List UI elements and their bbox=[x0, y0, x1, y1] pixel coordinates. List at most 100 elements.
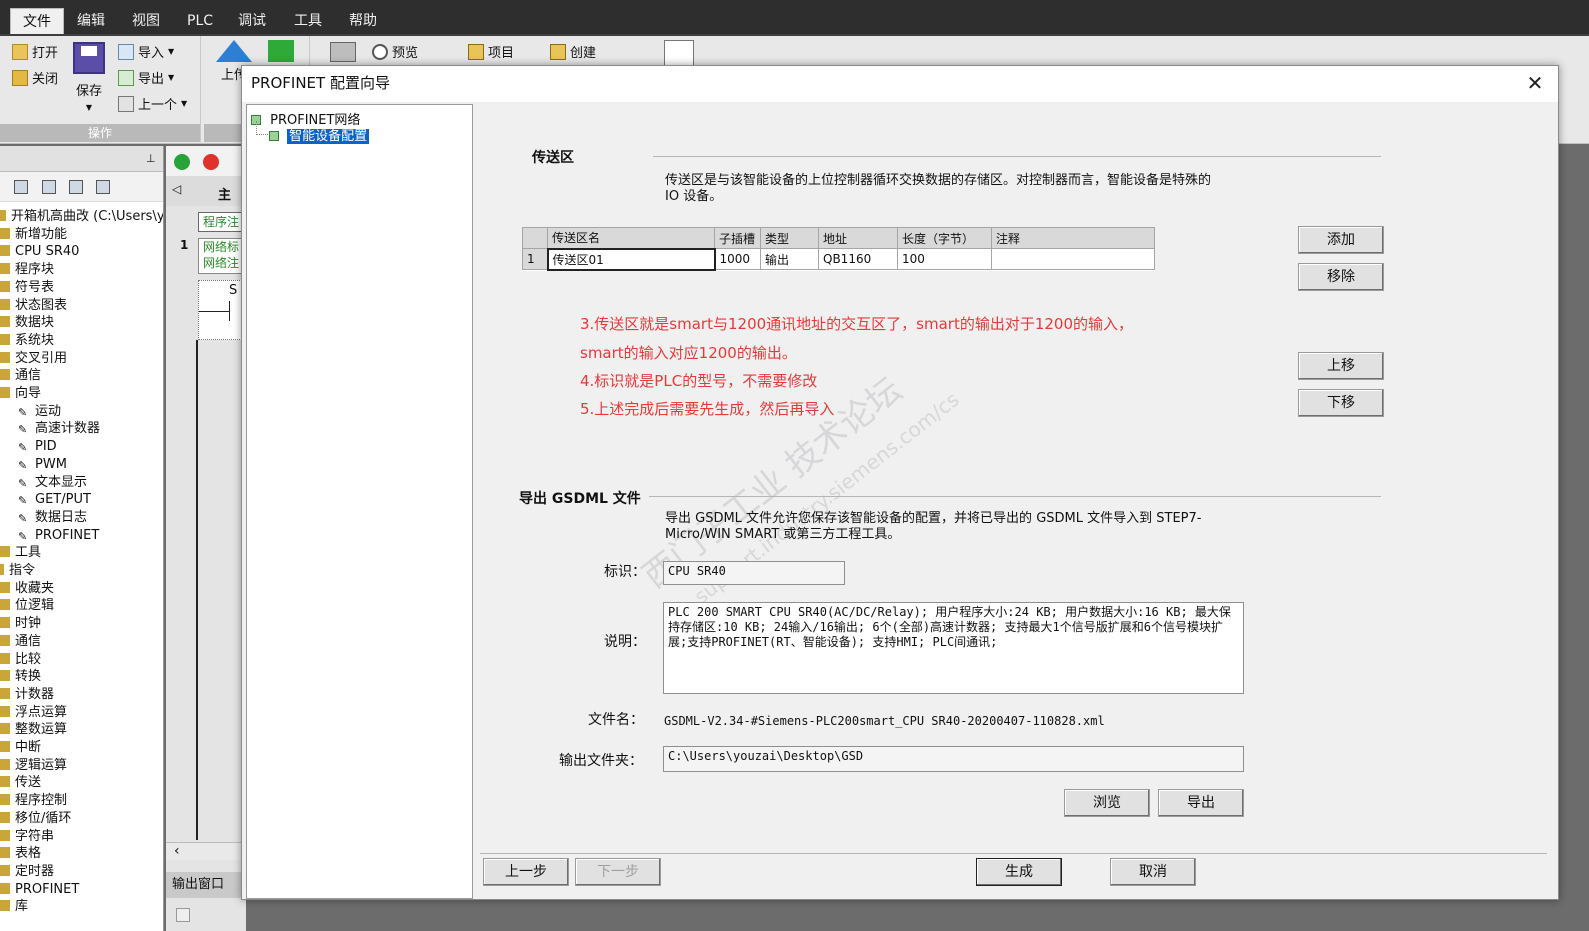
dialog-title-bar: PROFINET 配置向导 ✕ bbox=[242, 66, 1558, 102]
tree-item-instruction[interactable]: 移位/循环 bbox=[0, 810, 71, 827]
project-button[interactable]: 项目 bbox=[468, 42, 514, 61]
menu-edit[interactable]: 编辑 bbox=[77, 8, 105, 34]
tree-item-instruction[interactable]: 传送 bbox=[0, 774, 41, 791]
menu-tools[interactable]: 工具 bbox=[294, 8, 322, 34]
tree-item-instruction[interactable]: 时钟 bbox=[0, 615, 41, 632]
close-button[interactable]: 关闭 bbox=[12, 68, 58, 87]
tree-tool-icon[interactable] bbox=[14, 180, 28, 194]
menu-file[interactable]: 文件 bbox=[10, 8, 64, 34]
tree-item[interactable]: 向导 bbox=[0, 385, 41, 402]
table-row[interactable]: 1 传送区01 1000 输出 QB1160 100 bbox=[522, 247, 1155, 271]
previous-step-button[interactable]: 上一步 bbox=[483, 858, 569, 886]
tree-item-label: 通信 bbox=[15, 368, 42, 384]
move-down-button[interactable]: 下移 bbox=[1298, 389, 1384, 417]
ladder-rung[interactable]: S bbox=[198, 280, 246, 340]
tree-item-instructions[interactable]: 指令 bbox=[0, 562, 35, 579]
tree-item-instruction[interactable]: 定时器 bbox=[0, 863, 54, 880]
length-cell[interactable]: 100 bbox=[897, 248, 992, 270]
tree-item-tools[interactable]: 工具 bbox=[0, 544, 41, 561]
export-gsdml-button[interactable]: 导出 bbox=[1158, 789, 1244, 817]
previous-button[interactable]: 上一个 ▼ bbox=[118, 94, 187, 113]
preview-button[interactable]: 预览 bbox=[372, 42, 418, 61]
tree-item-wizard[interactable]: ✎ 文本显示 bbox=[18, 474, 87, 491]
comment-cell[interactable] bbox=[991, 248, 1155, 270]
stop-icon[interactable] bbox=[203, 154, 219, 170]
wizard-wand-icon: ✎ bbox=[18, 458, 28, 472]
tree-item[interactable]: 通信 bbox=[0, 367, 41, 384]
tree-item-wizard[interactable]: ✎ PID bbox=[18, 438, 57, 455]
print-button[interactable] bbox=[330, 42, 356, 62]
chevron-left-icon[interactable]: ‹ bbox=[174, 843, 180, 859]
tree-item[interactable]: 状态图表 bbox=[0, 297, 67, 314]
tree-item[interactable]: 系统块 bbox=[0, 332, 54, 349]
browse-button[interactable]: 浏览 bbox=[1064, 789, 1150, 817]
type-cell[interactable]: 输出 bbox=[760, 248, 819, 270]
pin-icon[interactable]: ⊥ bbox=[146, 152, 156, 165]
tree-tool-icon[interactable] bbox=[42, 180, 56, 194]
tab-main[interactable]: 主 bbox=[218, 184, 231, 203]
tree-item-instruction[interactable]: 整数运算 bbox=[0, 721, 67, 738]
tree-item[interactable]: 交叉引用 bbox=[0, 350, 67, 367]
run-icon[interactable] bbox=[174, 154, 190, 170]
tree-item-instruction[interactable]: 计数器 bbox=[0, 686, 54, 703]
open-button[interactable]: 打开 bbox=[12, 42, 58, 61]
menu-view[interactable]: 视图 bbox=[132, 8, 160, 34]
tree-item[interactable]: 新增功能 bbox=[0, 226, 67, 243]
clear-icon[interactable] bbox=[176, 908, 190, 922]
tree-item-wizard[interactable]: ✎ GET/PUT bbox=[18, 491, 91, 508]
tree-item-instruction[interactable]: 比较 bbox=[0, 651, 41, 668]
import-button[interactable]: 导入 ▼ bbox=[118, 42, 174, 61]
tree-item-instruction[interactable]: 中断 bbox=[0, 739, 41, 756]
tree-item[interactable]: CPU SR40 bbox=[0, 243, 79, 260]
tree-item[interactable]: 程序块 bbox=[0, 261, 54, 278]
tree-item-wizard[interactable]: ✎ PROFINET bbox=[18, 527, 99, 544]
tree-item-instruction[interactable]: 程序控制 bbox=[0, 792, 67, 809]
generate-button[interactable]: 生成 bbox=[976, 858, 1062, 886]
network-title[interactable]: 网络标 网络注 bbox=[198, 238, 246, 274]
export-button[interactable]: 导出 ▼ bbox=[118, 68, 174, 87]
horizontal-scrollbar[interactable]: ‹ bbox=[166, 842, 246, 860]
tree-item-label: 程序控制 bbox=[15, 793, 68, 809]
tree-item-instruction[interactable]: 逻辑运算 bbox=[0, 757, 67, 774]
slot-cell[interactable]: 1000 bbox=[714, 248, 761, 270]
tree-item-instruction[interactable]: 表格 bbox=[0, 845, 41, 862]
address-cell[interactable]: QB1160 bbox=[818, 248, 898, 270]
next-step-button[interactable]: 下一步 bbox=[575, 858, 661, 886]
tree-item-wizard[interactable]: ✎ 运动 bbox=[18, 403, 61, 420]
menu-debug[interactable]: 调试 bbox=[238, 8, 266, 34]
tree-tool-icon[interactable] bbox=[96, 180, 110, 194]
description-field[interactable]: PLC 200 SMART CPU SR40(AC/DC/Relay); 用户程… bbox=[663, 602, 1244, 694]
folder-icon bbox=[0, 882, 10, 894]
scroll-left-icon[interactable]: ◁ bbox=[172, 182, 181, 196]
tree-item-instruction[interactable]: 收藏夹 bbox=[0, 580, 54, 597]
tree-item[interactable]: 数据块 bbox=[0, 314, 54, 331]
tree-item-instruction[interactable]: 字符串 bbox=[0, 828, 54, 845]
tree-item-project[interactable]: 开箱机高曲改 (C:\Users\youze bbox=[0, 208, 163, 225]
program-comment[interactable]: 程序注 bbox=[198, 212, 246, 232]
remove-button[interactable]: 移除 bbox=[1298, 263, 1384, 291]
id-field[interactable]: CPU SR40 bbox=[663, 561, 845, 585]
menu-help[interactable]: 帮助 bbox=[349, 8, 377, 34]
output-window-tab[interactable]: 输出窗口 bbox=[166, 872, 246, 898]
tree-item-wizard[interactable]: ✎ PWM bbox=[18, 456, 67, 473]
output-folder-field[interactable]: C:\Users\youzai\Desktop\GSD bbox=[663, 746, 1244, 772]
tree-item-instruction[interactable]: 库 bbox=[0, 898, 28, 915]
move-up-button[interactable]: 上移 bbox=[1298, 352, 1384, 380]
tree-item-instruction[interactable]: PROFINET bbox=[0, 881, 79, 898]
tree-item[interactable]: 符号表 bbox=[0, 279, 54, 296]
tree-item-wizard[interactable]: ✎ 高速计数器 bbox=[18, 420, 100, 437]
tree-item-instruction[interactable]: 位逻辑 bbox=[0, 597, 54, 614]
save-button[interactable]: 保存 ▼ bbox=[73, 42, 105, 112]
tree-tool-icon[interactable] bbox=[69, 180, 83, 194]
close-icon[interactable]: ✕ bbox=[1524, 72, 1546, 94]
cancel-button[interactable]: 取消 bbox=[1110, 858, 1196, 886]
tree-item-wizard[interactable]: ✎ 数据日志 bbox=[18, 509, 87, 526]
transfer-name-cell[interactable]: 传送区01 bbox=[546, 247, 716, 271]
menu-plc[interactable]: PLC bbox=[187, 8, 213, 34]
tree-item-instruction[interactable]: 转换 bbox=[0, 668, 41, 685]
create-button[interactable]: 创建 bbox=[550, 42, 596, 61]
tree-item-instruction[interactable]: 通信 bbox=[0, 633, 41, 650]
add-button[interactable]: 添加 bbox=[1298, 226, 1384, 254]
tree-item-instruction[interactable]: 浮点运算 bbox=[0, 704, 67, 721]
tree-item-smart-device-config[interactable]: 智能设备配置 bbox=[269, 125, 371, 145]
